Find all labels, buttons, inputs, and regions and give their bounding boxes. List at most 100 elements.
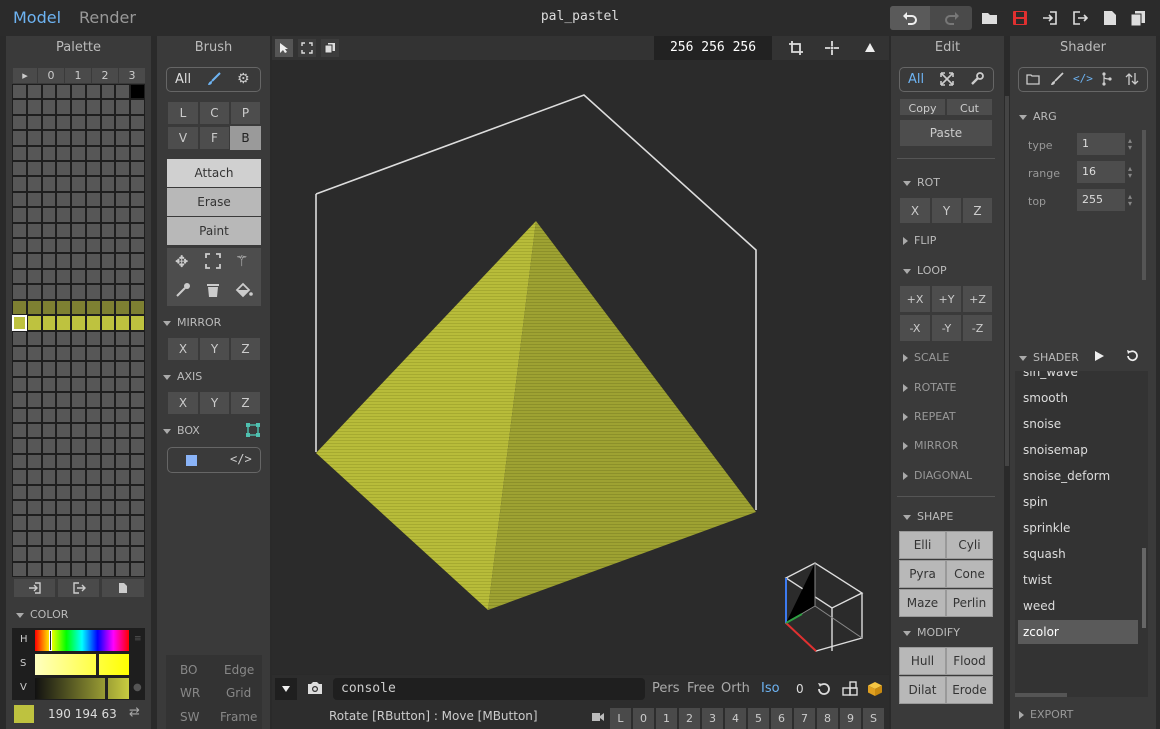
palette-cell[interactable] — [42, 177, 56, 191]
palette-cell[interactable] — [42, 285, 56, 299]
palette-cell[interactable] — [116, 393, 130, 407]
loop-section-header[interactable]: LOOP — [903, 264, 947, 277]
palette-cell[interactable] — [13, 346, 26, 361]
palette-cell[interactable] — [101, 100, 115, 114]
palette-cell[interactable] — [116, 423, 130, 438]
palette-cell[interactable] — [57, 408, 71, 422]
shader-item[interactable]: twist — [1018, 568, 1138, 592]
palette-cell[interactable] — [131, 177, 144, 191]
palette-cell[interactable] — [101, 485, 115, 499]
palette-cell[interactable] — [131, 346, 144, 361]
palette-cell[interactable] — [101, 562, 115, 576]
palette-cell[interactable] — [42, 331, 56, 345]
palette-cell[interactable] — [72, 146, 85, 161]
arg-scrollbar[interactable] — [1142, 130, 1146, 280]
palette-cell[interactable] — [42, 547, 56, 561]
palette-cell[interactable] — [27, 562, 41, 576]
palette-cell[interactable] — [101, 192, 115, 207]
palette-cell[interactable] — [101, 239, 115, 253]
palette-cell[interactable] — [27, 85, 41, 99]
palette-cell[interactable] — [116, 192, 130, 207]
palette-cell[interactable] — [131, 393, 144, 407]
palette-cell[interactable] — [116, 408, 130, 422]
palette-cell[interactable] — [42, 454, 56, 469]
palette-cell[interactable] — [86, 500, 100, 515]
palette-cell[interactable] — [57, 300, 71, 315]
palette-cell[interactable] — [57, 239, 71, 253]
axis-z-button[interactable]: Z — [230, 391, 261, 415]
view-orth[interactable]: Orth — [721, 681, 750, 696]
scene-canvas[interactable] — [272, 60, 889, 674]
palette-cell[interactable] — [57, 531, 71, 546]
palette-cell[interactable] — [86, 254, 100, 268]
palette-cell[interactable] — [27, 485, 41, 499]
palette-cell[interactable] — [57, 439, 71, 453]
palette-cell[interactable] — [131, 254, 144, 268]
shader-item[interactable]: zcolor — [1018, 620, 1138, 644]
palette-cell[interactable] — [131, 162, 144, 176]
palette-cell[interactable] — [101, 131, 115, 145]
palette-cell[interactable] — [86, 547, 100, 561]
palette-cell[interactable] — [57, 208, 71, 222]
palette-cell[interactable] — [27, 408, 41, 422]
shader-item[interactable]: smooth — [1018, 386, 1138, 410]
brush-filter-brush[interactable] — [207, 72, 221, 89]
palette-cell[interactable] — [131, 439, 144, 453]
palette-cell[interactable] — [13, 485, 26, 499]
modify-erode-button[interactable]: Erode — [946, 676, 993, 704]
rotate-section-header[interactable]: ROTATE — [903, 381, 957, 394]
bo-label[interactable]: BO — [180, 663, 197, 677]
axis-x-button[interactable]: X — [167, 391, 199, 415]
palette-cell[interactable] — [131, 408, 144, 422]
palette-cell[interactable] — [101, 362, 115, 376]
palette-cell[interactable] — [72, 131, 85, 145]
palette-cell[interactable] — [86, 269, 100, 284]
palette-cell[interactable] — [42, 562, 56, 576]
palette-cell[interactable] — [116, 362, 130, 376]
palette-cell[interactable] — [101, 516, 115, 530]
export-button[interactable] — [1070, 6, 1090, 30]
sw-label[interactable]: SW — [180, 710, 199, 724]
palette-cell[interactable] — [27, 423, 41, 438]
palette-cell[interactable] — [101, 547, 115, 561]
palette-cell[interactable] — [116, 331, 130, 345]
palette-cell[interactable] — [131, 300, 144, 315]
shader-tab-code[interactable]: </> — [1073, 72, 1093, 85]
palette-cell[interactable] — [101, 269, 115, 284]
palette-cell[interactable] — [116, 485, 130, 499]
palette-cell[interactable] — [101, 300, 115, 315]
palette-cell[interactable] — [13, 393, 26, 407]
palette-cell[interactable] — [27, 377, 41, 392]
palette-cell[interactable] — [27, 146, 41, 161]
palette-cell[interactable] — [86, 562, 100, 576]
palette-cell[interactable] — [101, 346, 115, 361]
rot-x-button[interactable]: X — [899, 197, 931, 224]
frame-tool-button[interactable] — [298, 39, 316, 57]
palette-cell[interactable] — [72, 346, 85, 361]
palette-cell[interactable] — [57, 269, 71, 284]
shader-list-scrollbar[interactable] — [1142, 548, 1146, 628]
shape-cyli-button[interactable]: Cyli — [946, 531, 993, 559]
copy-button[interactable]: Copy — [899, 98, 946, 116]
palette-cell[interactable] — [13, 223, 26, 238]
loop-plus-x[interactable]: +X — [899, 285, 931, 313]
palette-cell[interactable] — [131, 208, 144, 222]
center-icon[interactable] — [824, 40, 840, 59]
palette-cell[interactable] — [116, 500, 130, 515]
palette-cell[interactable] — [13, 162, 26, 176]
palette-cell[interactable] — [72, 500, 85, 515]
shader-list-hscroll[interactable] — [1015, 693, 1067, 697]
palette-cell[interactable] — [57, 254, 71, 268]
palette-cell[interactable] — [57, 454, 71, 469]
palette-cell[interactable] — [13, 85, 26, 99]
palette-cell[interactable] — [57, 285, 71, 299]
palette-cell[interactable] — [86, 208, 100, 222]
brush-shape-l[interactable]: L — [167, 101, 199, 125]
palette-cell[interactable] — [131, 331, 144, 345]
copy-view-button[interactable] — [321, 39, 339, 57]
palette-cell[interactable] — [13, 177, 26, 191]
attach-button[interactable]: Attach — [167, 159, 261, 187]
palette-cell[interactable] — [27, 516, 41, 530]
edit-filter-all[interactable]: All — [908, 72, 924, 87]
palette-cell[interactable] — [42, 362, 56, 376]
